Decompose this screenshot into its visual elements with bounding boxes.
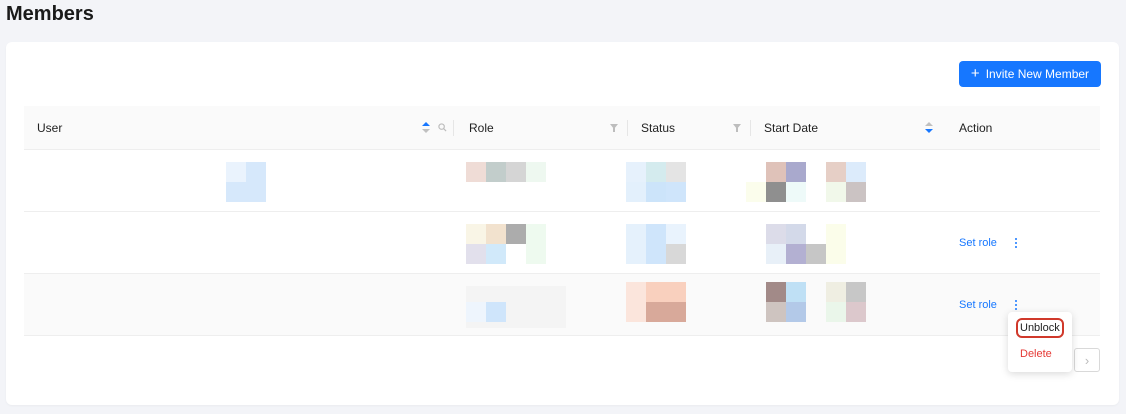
column-header-status: Status bbox=[641, 121, 676, 135]
more-actions-icon[interactable] bbox=[1014, 238, 1018, 248]
start-date-sort-icon[interactable] bbox=[925, 122, 933, 134]
redacted-start-date bbox=[766, 224, 786, 244]
status-filter-icon[interactable] bbox=[733, 124, 741, 132]
user-sort-icon[interactable] bbox=[422, 122, 430, 134]
pagination-next-button[interactable]: › bbox=[1074, 348, 1100, 372]
user-search-icon[interactable] bbox=[438, 123, 447, 132]
column-header-action: Action bbox=[959, 121, 993, 135]
members-table: User Role Status Start Date Action Set r… bbox=[24, 106, 1100, 336]
column-header-user: User bbox=[37, 121, 63, 135]
invite-button-label: Invite New Member bbox=[985, 67, 1090, 81]
invite-new-member-button[interactable]: + Invite New Member bbox=[959, 61, 1101, 87]
header-divider bbox=[453, 120, 454, 136]
redacted-status bbox=[626, 162, 646, 182]
table-row: Set role bbox=[24, 212, 1100, 274]
page-title: Members bbox=[6, 3, 94, 25]
unblock-menu-item[interactable]: Unblock bbox=[1016, 318, 1064, 338]
redacted-start-date bbox=[766, 162, 786, 182]
redacted-status bbox=[626, 224, 646, 244]
column-header-role: Role bbox=[469, 121, 494, 135]
table-row: Set role bbox=[24, 274, 1100, 336]
redacted-role bbox=[466, 224, 486, 244]
more-actions-icon[interactable] bbox=[1014, 300, 1018, 310]
row-actions-menu: Unblock Delete bbox=[1008, 312, 1072, 372]
role-filter-icon[interactable] bbox=[610, 124, 618, 132]
delete-menu-item[interactable]: Delete bbox=[1020, 348, 1052, 360]
chevron-right-icon: › bbox=[1084, 352, 1090, 368]
column-header-start-date: Start Date bbox=[764, 121, 819, 135]
table-row bbox=[24, 150, 1100, 212]
redacted-status bbox=[626, 282, 646, 302]
redacted-role bbox=[466, 162, 486, 182]
set-role-link[interactable]: Set role bbox=[959, 299, 997, 311]
set-role-link[interactable]: Set role bbox=[959, 237, 997, 249]
redacted-user bbox=[226, 162, 246, 182]
members-card: + Invite New Member User Role Status Sta… bbox=[6, 42, 1119, 405]
header-divider bbox=[750, 120, 751, 136]
redacted-start-date bbox=[766, 282, 786, 302]
table-header: User Role Status Start Date Action bbox=[24, 106, 1100, 150]
plus-icon: + bbox=[970, 65, 980, 82]
header-divider bbox=[627, 120, 628, 136]
